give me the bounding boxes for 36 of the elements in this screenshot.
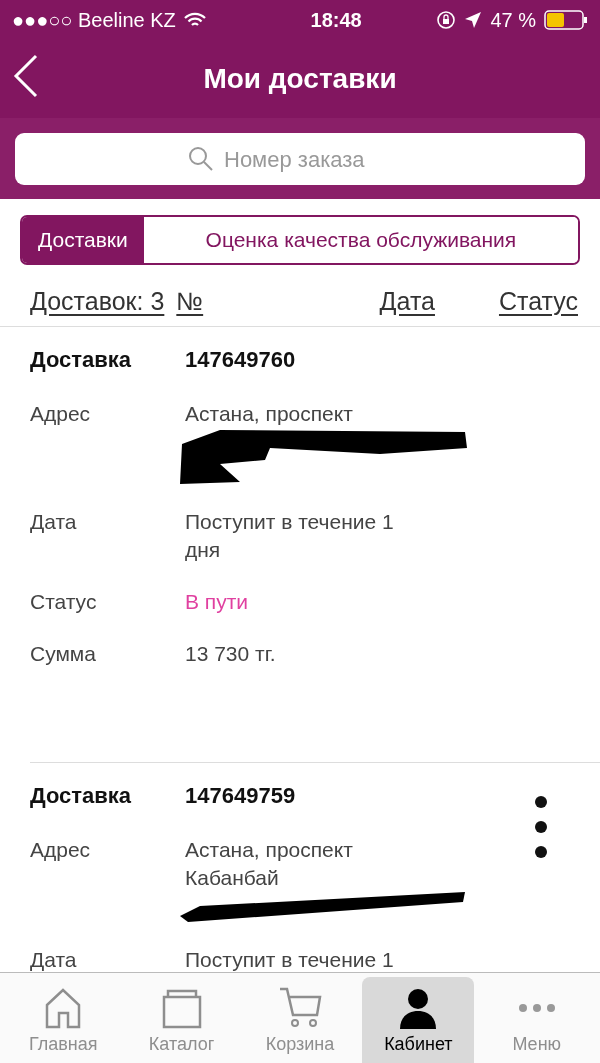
more-menu-button[interactable]	[534, 795, 548, 859]
field-label: Статус	[30, 589, 98, 615]
field-value: Астана, проспект	[185, 401, 354, 427]
sort-number-link[interactable]: №	[176, 282, 204, 320]
field-value: Кабанбай	[185, 865, 280, 891]
rotation-lock-icon	[436, 10, 457, 30]
status-value: В пути	[185, 589, 249, 615]
delivery-number: 147649760	[185, 346, 296, 374]
more-icon	[518, 1004, 555, 1012]
field-value: Поступит в течение 1	[185, 947, 394, 972]
field-value: Поступит в течение 1	[185, 509, 394, 535]
battery-icon	[544, 10, 588, 30]
search-icon	[188, 146, 214, 172]
carrier-name: ●●●○○ Beeline KZ	[12, 8, 176, 33]
sort-count-link[interactable]: Доставок: 3	[30, 282, 165, 320]
clock-time: 18:48	[310, 8, 362, 33]
field-value: 13 730 тг.	[185, 641, 276, 667]
field-label: Сумма	[30, 641, 97, 667]
field-label: Адрес	[30, 401, 92, 427]
delivery-label: Доставка	[30, 782, 133, 810]
field-label: Дата	[30, 509, 78, 535]
field-label: Дата	[30, 947, 78, 972]
sort-status-link[interactable]: Статус	[498, 282, 578, 320]
wifi-icon	[183, 12, 206, 28]
delivery-label: Доставка	[30, 346, 133, 374]
tab-bar-item[interactable]: Кабинет	[362, 977, 475, 1063]
sort-date-link[interactable]: Дата	[379, 282, 435, 320]
field-label: Адрес	[30, 837, 92, 863]
battery-percent: 47 %	[490, 8, 536, 33]
field-value: дня	[185, 537, 222, 563]
location-arrow-icon	[464, 11, 483, 29]
delivery-number: 147649759	[185, 782, 296, 810]
segment-tab[interactable]: Доставки	[22, 217, 144, 263]
screen-title: Мои доставки	[203, 62, 397, 96]
field-value: Астана, проспект	[185, 837, 354, 863]
back-button[interactable]	[12, 54, 40, 98]
